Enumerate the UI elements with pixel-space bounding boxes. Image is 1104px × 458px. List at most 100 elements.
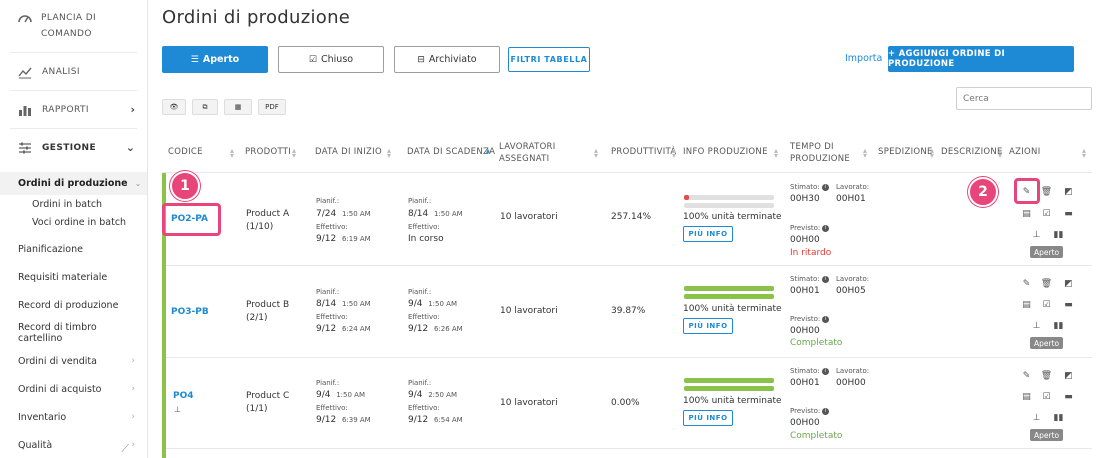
- progress-fill: [684, 378, 774, 383]
- actual-label: Effettivo:: [408, 223, 440, 231]
- column-header-line: LAVORATORI: [499, 142, 556, 152]
- export-excel-button[interactable]: ▦: [224, 99, 252, 115]
- sidebar-item-ordini-produzione[interactable]: Ordini di produzione ⌄: [0, 172, 147, 195]
- delete-icon[interactable]: 🗑: [1040, 369, 1053, 382]
- sort-icon[interactable]: ▴ ▾: [230, 147, 234, 160]
- column-header-prodotti[interactable]: PRODOTTI: [245, 146, 291, 158]
- tab-archiviato[interactable]: ⊟ Archiviato: [394, 46, 500, 73]
- sort-icon[interactable]: ▴ ▾: [594, 147, 598, 160]
- info-icon: i: [822, 407, 830, 415]
- column-header-data-inizio[interactable]: DATA DI INIZIO: [315, 146, 382, 158]
- barcode-icon[interactable]: ▮▮: [1052, 228, 1065, 241]
- sort-icon[interactable]: ▴ ▾: [292, 147, 296, 160]
- search-input[interactable]: [956, 87, 1092, 110]
- column-header-azioni[interactable]: AZIONI: [1009, 146, 1041, 158]
- checkbox-icon[interactable]: ☑: [1040, 298, 1053, 311]
- sidebar-item-rapporti[interactable]: RAPPORTI ›: [0, 91, 147, 128]
- chart-icon[interactable]: ◩: [1062, 185, 1075, 198]
- more-info-button[interactable]: PIÙ INFO: [683, 318, 733, 334]
- view-toggle-button[interactable]: 👁: [162, 99, 186, 115]
- sort-icon[interactable]: ▴ ▾: [863, 147, 867, 160]
- progress-fill: [684, 294, 774, 299]
- archive-icon[interactable]: ▬: [1062, 390, 1075, 403]
- archive-icon[interactable]: ▬: [1062, 298, 1075, 311]
- sort-icon[interactable]: ▴ ▾: [387, 147, 391, 160]
- progress-bar-secondary: [684, 203, 774, 208]
- copy-button[interactable]: ⧉: [192, 99, 218, 115]
- sort-icon[interactable]: ▴ ▾: [930, 147, 934, 160]
- sidebar-item-label: Pianificazione: [18, 243, 83, 255]
- column-header-info-produzione[interactable]: INFO PRODUZIONE: [683, 146, 768, 158]
- column-header-line: PRODUZIONE: [790, 154, 851, 164]
- archive-icon[interactable]: ▬: [1062, 207, 1075, 220]
- column-header-data-scadenza[interactable]: DATA DI SCADENZA: [407, 146, 495, 158]
- message-icon[interactable]: ▤: [1020, 390, 1033, 403]
- inbox-icon: ⊟: [417, 54, 425, 65]
- sidebar-item-inventario[interactable]: Inventario ›: [0, 403, 147, 431]
- column-header-produttivita[interactable]: PRODUTTIVITÀ: [611, 146, 677, 158]
- delete-icon[interactable]: 🗑: [1040, 185, 1053, 198]
- sidebar-item-pianificazione[interactable]: Pianificazione: [0, 235, 147, 263]
- chart-icon[interactable]: ◩: [1062, 369, 1075, 382]
- highlight-box-edit: [1014, 178, 1040, 204]
- checkbox-icon[interactable]: ☑: [1040, 207, 1053, 220]
- sort-asc-icon[interactable]: ▴: [486, 147, 490, 155]
- order-code-link[interactable]: PO3-PB: [171, 306, 209, 318]
- sidebar-item-ordini-acquisto[interactable]: Ordini di acquisto ›: [0, 375, 147, 403]
- tab-chiuso[interactable]: ☑ Chiuso: [278, 46, 384, 73]
- chevron-right-icon: ›: [130, 103, 135, 116]
- sidebar-subitem-batch[interactable]: Ordini in batch: [0, 195, 147, 213]
- resize-handle-icon[interactable]: ⟋: [121, 442, 129, 456]
- column-header-codice[interactable]: CODICE: [168, 146, 203, 158]
- progress-bar: [684, 195, 774, 200]
- barcode-icon[interactable]: ▮▮: [1052, 411, 1065, 424]
- dashboard-icon: [18, 15, 32, 23]
- expected-label: Previsto: i: [790, 405, 830, 417]
- filter-table-button[interactable]: FILTRI TABELLA: [508, 47, 590, 72]
- sidebar-item-record-produzione[interactable]: Record di produzione: [0, 291, 147, 319]
- more-info-button[interactable]: PIÙ INFO: [683, 226, 733, 242]
- import-link[interactable]: Importa: [845, 53, 882, 64]
- column-header-spedizione[interactable]: SPEDIZIONE: [878, 146, 933, 158]
- sidebar-item-gestione[interactable]: GESTIONE ⌄: [0, 129, 147, 166]
- time: 6:26 AM: [433, 325, 463, 333]
- barcode-icon[interactable]: ▮▮: [1052, 319, 1065, 332]
- checkbox-icon[interactable]: ☑: [1040, 390, 1053, 403]
- column-header-lavoratori[interactable]: LAVORATORI ASSEGNATI: [499, 141, 556, 165]
- estimated-label: Stimato: i: [790, 273, 829, 285]
- sidebar-item-dashboard[interactable]: PLANCIA DI COMANDO: [0, 0, 147, 52]
- more-info-button[interactable]: PIÙ INFO: [683, 410, 733, 426]
- order-code-link[interactable]: PO4: [173, 390, 194, 402]
- chart-icon[interactable]: ◩: [1062, 277, 1075, 290]
- sidebar-item-requisiti[interactable]: Requisiti materiale: [0, 263, 147, 291]
- sort-icon[interactable]: ▴ ▾: [672, 147, 676, 160]
- column-header-descrizione[interactable]: DESCRIZIONE: [941, 146, 1003, 158]
- sidebar-item-record-timbro[interactable]: Record di timbro cartellino: [0, 319, 147, 347]
- units-done-text: 100% unità terminate: [683, 212, 782, 222]
- edit-icon[interactable]: ✎: [1020, 277, 1033, 290]
- add-production-order-button[interactable]: + AGGIUNGI ORDINE DI PRODUZIONE: [888, 46, 1074, 72]
- tab-aperto[interactable]: ☰ Aperto: [162, 46, 268, 73]
- sidebar-subitem-batch-items[interactable]: Voci ordine in batch: [0, 213, 147, 231]
- edit-icon[interactable]: ✎: [1020, 369, 1033, 382]
- hierarchy-icon[interactable]: ⊥: [1030, 228, 1043, 241]
- time: 6:19 AM: [341, 235, 371, 243]
- sort-icon[interactable]: ▴ ▾: [1082, 147, 1086, 160]
- sidebar-item-analisi[interactable]: ANALISI: [0, 53, 147, 90]
- hierarchy-icon[interactable]: ⊥: [1030, 411, 1043, 424]
- callout-badge: 2: [968, 177, 998, 207]
- list-icon: ☰: [190, 54, 199, 65]
- hierarchy-icon[interactable]: ⊥: [1030, 319, 1043, 332]
- product-name: Product A: [246, 209, 290, 219]
- delete-icon[interactable]: 🗑: [1040, 277, 1053, 290]
- sort-icon[interactable]: ▴ ▾: [998, 147, 1002, 160]
- column-header-tempo-produzione[interactable]: TEMPO DI PRODUZIONE: [790, 141, 850, 165]
- progress-fill: [684, 195, 690, 200]
- message-icon[interactable]: ▤: [1020, 298, 1033, 311]
- label-text: Previsto:: [790, 407, 821, 415]
- message-icon[interactable]: ▤: [1020, 207, 1033, 220]
- export-pdf-button[interactable]: PDF: [258, 99, 286, 115]
- sort-icon[interactable]: ▴ ▾: [774, 147, 778, 160]
- sidebar-item-ordini-vendita[interactable]: Ordini di vendita ›: [0, 347, 147, 375]
- copy-icon: ⧉: [202, 102, 208, 111]
